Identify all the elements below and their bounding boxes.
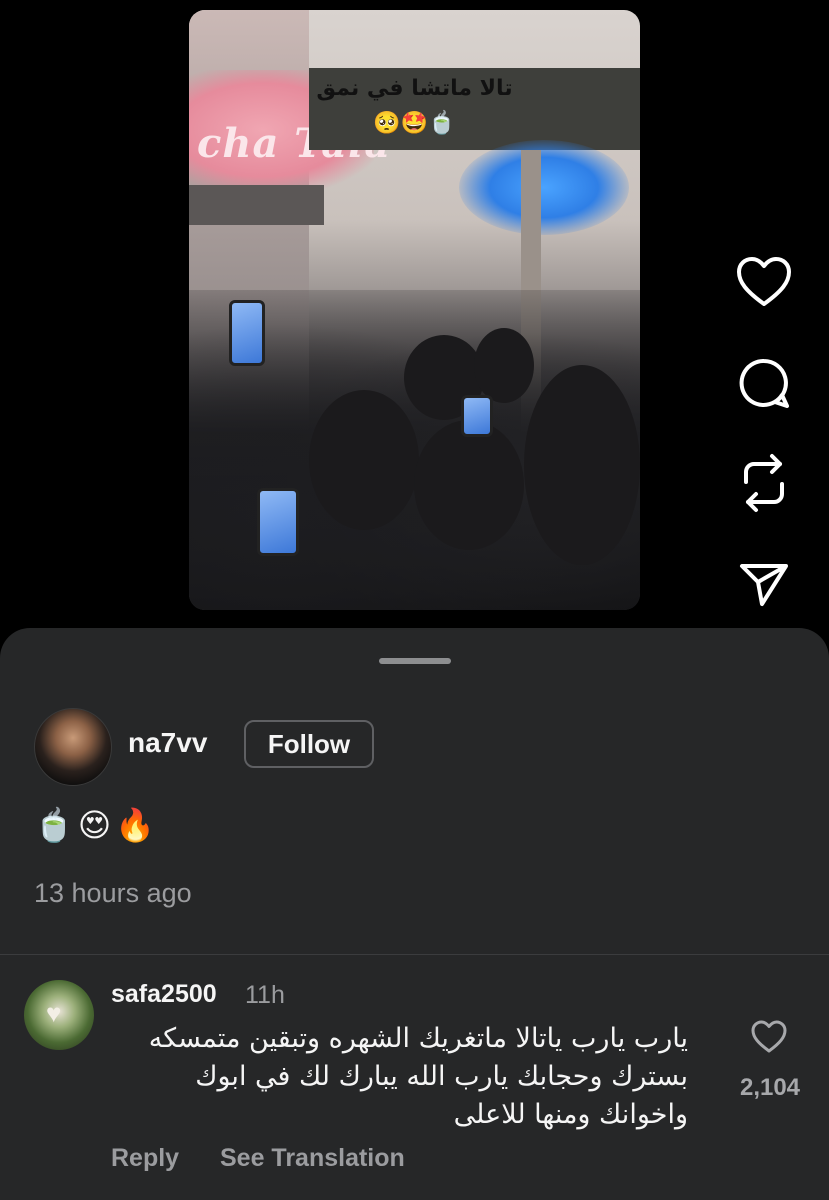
comment-like-button[interactable] bbox=[751, 1020, 787, 1059]
video-blue-light bbox=[459, 140, 629, 235]
video-person bbox=[474, 328, 534, 403]
avatar-heart-icon: ♥ bbox=[46, 998, 62, 1028]
video-shelf bbox=[189, 185, 324, 225]
like-button[interactable] bbox=[734, 256, 794, 308]
video-phone bbox=[229, 300, 265, 366]
post-timestamp: 13 hours ago bbox=[34, 878, 192, 908]
video-caption-emojis: 🥺🤩🍵 bbox=[373, 110, 456, 135]
avatar[interactable] bbox=[34, 708, 112, 786]
heart-icon bbox=[751, 1020, 787, 1053]
comments-sheet: na7vv Follow 🍵😍🔥 13 hours ago ♥ safa2500… bbox=[0, 628, 829, 1200]
see-translation-button[interactable]: See Translation bbox=[220, 1144, 405, 1173]
post-username[interactable]: na7vv bbox=[128, 727, 207, 759]
share-button[interactable] bbox=[734, 560, 794, 608]
video-phone bbox=[461, 395, 493, 437]
video-person bbox=[309, 390, 419, 530]
comment-text: يارب يارب ياتالا ماتغريك الشهره وتبقين م… bbox=[148, 1023, 688, 1130]
heart-icon bbox=[737, 257, 791, 306]
comment-timestamp: 11h bbox=[245, 981, 285, 1009]
comment-like-count: 2,104 bbox=[739, 1074, 801, 1101]
divider bbox=[0, 954, 829, 955]
sheet-drag-handle[interactable] bbox=[379, 658, 451, 664]
post-caption-emojis: 🍵😍🔥 bbox=[34, 807, 160, 843]
repost-button[interactable] bbox=[734, 452, 794, 514]
video-person bbox=[414, 420, 524, 550]
comment-avatar[interactable]: ♥ bbox=[24, 980, 94, 1050]
video-caption: تالا ماتشا في نمق bbox=[316, 76, 513, 101]
follow-button[interactable]: Follow bbox=[244, 720, 374, 768]
repost-icon bbox=[744, 454, 784, 512]
comment-icon bbox=[739, 358, 789, 408]
comment-button[interactable] bbox=[734, 356, 794, 410]
comment-username[interactable]: safa2500 bbox=[111, 980, 217, 1009]
video-person bbox=[524, 365, 640, 565]
reply-button[interactable]: Reply bbox=[111, 1144, 179, 1173]
reel-video[interactable]: cha Tala تالا ماتشا في نمق 🥺🤩🍵 bbox=[189, 10, 640, 610]
video-phone bbox=[257, 488, 299, 556]
send-icon bbox=[740, 564, 788, 606]
